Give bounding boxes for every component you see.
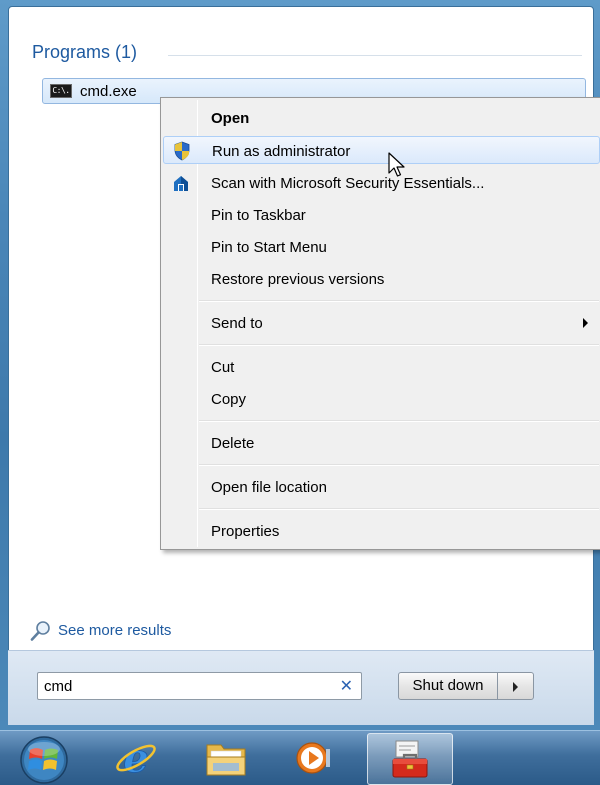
start-orb-icon[interactable] (16, 736, 72, 785)
menu-item-label: Scan with Microsoft Security Essentials.… (211, 175, 485, 192)
menu-item-label: Open (211, 110, 250, 127)
toolbox-icon (387, 737, 433, 783)
menu-item-label: Run as administrator (212, 143, 351, 160)
menu-item-label: Pin to Start Menu (211, 239, 327, 256)
taskbar-active-window[interactable] (367, 733, 453, 785)
menu-separator (199, 464, 599, 466)
context-menu: Open Run as administrator Scan with Micr… (160, 97, 600, 550)
menu-item-label: Copy (211, 391, 247, 408)
start-search-box[interactable]: ✕ (37, 672, 362, 700)
windows-explorer-icon[interactable] (203, 735, 249, 781)
magnifier-icon (30, 620, 52, 642)
group-header-divider (168, 55, 582, 56)
submenu-arrow-icon (583, 318, 588, 328)
media-player-icon[interactable] (290, 735, 336, 781)
menu-item-restore-previous-versions[interactable]: Restore previous versions (163, 265, 600, 293)
menu-item-label: Open file location (211, 479, 327, 496)
svg-text:e: e (123, 735, 148, 781)
menu-item-label: Restore previous versions (211, 271, 385, 288)
menu-item-label: Cut (211, 359, 235, 376)
internet-explorer-icon[interactable]: e (113, 735, 159, 782)
programs-group-header: Programs (1) (32, 42, 138, 62)
search-input[interactable] (44, 676, 324, 696)
menu-item-label: Properties (211, 523, 280, 540)
security-essentials-icon (171, 173, 191, 193)
menu-item-copy[interactable]: Copy (163, 385, 600, 413)
menu-item-run-as-administrator[interactable]: Run as administrator (163, 136, 600, 164)
desktop-root: Programs (1) C:\. cmd.exe Open Run as ad… (0, 0, 600, 785)
menu-item-delete[interactable]: Delete (163, 429, 600, 457)
see-more-results-label: See more results (58, 622, 172, 639)
cmd-icon: C:\. (50, 84, 72, 98)
shutdown-button[interactable]: Shut down (398, 672, 498, 700)
mouse-pointer-icon (388, 152, 408, 180)
menu-item-label: Send to (211, 315, 263, 332)
clear-search-icon[interactable]: ✕ (340, 677, 353, 695)
menu-item-label: Delete (211, 435, 255, 452)
shutdown-options-arrow-button[interactable] (497, 672, 534, 700)
menu-separator (199, 420, 599, 422)
menu-item-send-to[interactable]: Send to (163, 309, 600, 337)
taskbar: e (0, 730, 600, 785)
menu-item-properties[interactable]: Properties (163, 517, 600, 545)
search-result-label: cmd.exe (80, 83, 137, 100)
menu-item-label: Pin to Taskbar (211, 207, 306, 224)
menu-separator (199, 300, 599, 302)
menu-item-pin-to-taskbar[interactable]: Pin to Taskbar (163, 201, 600, 229)
menu-separator (199, 344, 599, 346)
menu-item-open[interactable]: Open (163, 104, 600, 132)
uac-shield-icon (172, 141, 192, 161)
menu-item-scan-security-essentials[interactable]: Scan with Microsoft Security Essentials.… (163, 169, 600, 197)
menu-item-open-file-location[interactable]: Open file location (163, 473, 600, 501)
menu-item-cut[interactable]: Cut (163, 353, 600, 381)
menu-item-pin-to-start-menu[interactable]: Pin to Start Menu (163, 233, 600, 261)
menu-separator (199, 508, 599, 510)
